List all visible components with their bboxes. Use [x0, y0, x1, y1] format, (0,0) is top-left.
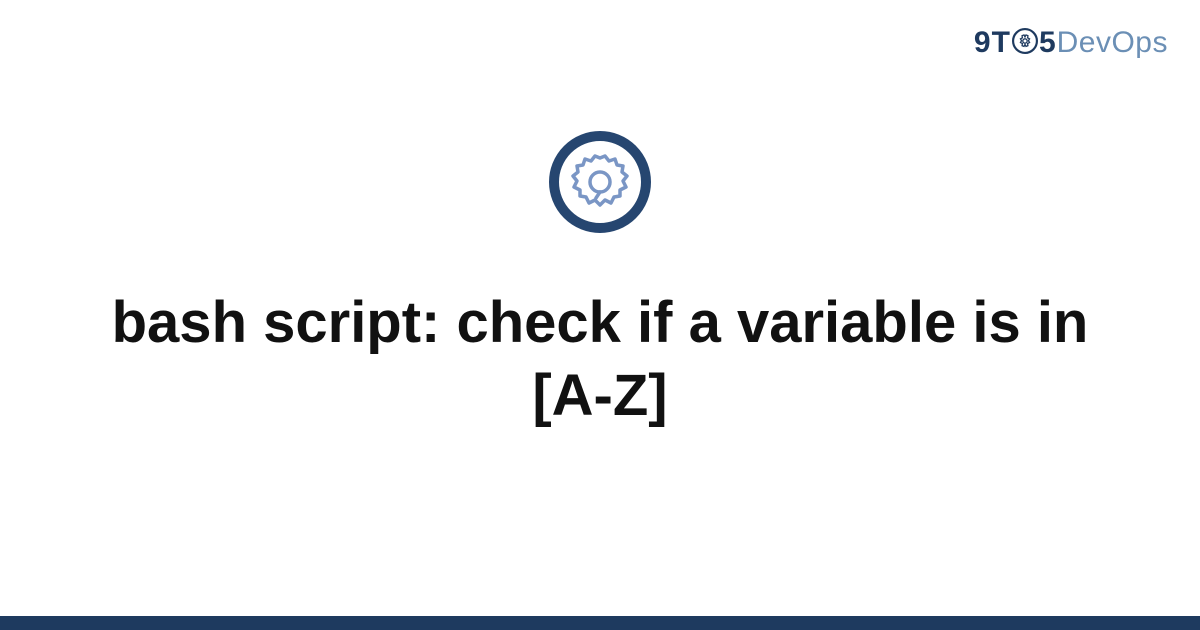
gear-icon [1012, 28, 1038, 54]
page-title: bash script: check if a variable is in [… [70, 287, 1130, 432]
brand-text-prefix: 9T [974, 26, 1011, 60]
hero-section: bash script: check if a variable is in [… [0, 130, 1200, 432]
bottom-accent-bar [0, 616, 1200, 630]
gear-circle-icon [548, 130, 652, 239]
brand-text-suffix: DevOps [1057, 26, 1168, 60]
brand-text-mid: 5 [1039, 26, 1057, 60]
site-brand: 9T 5 DevOps [974, 26, 1168, 60]
